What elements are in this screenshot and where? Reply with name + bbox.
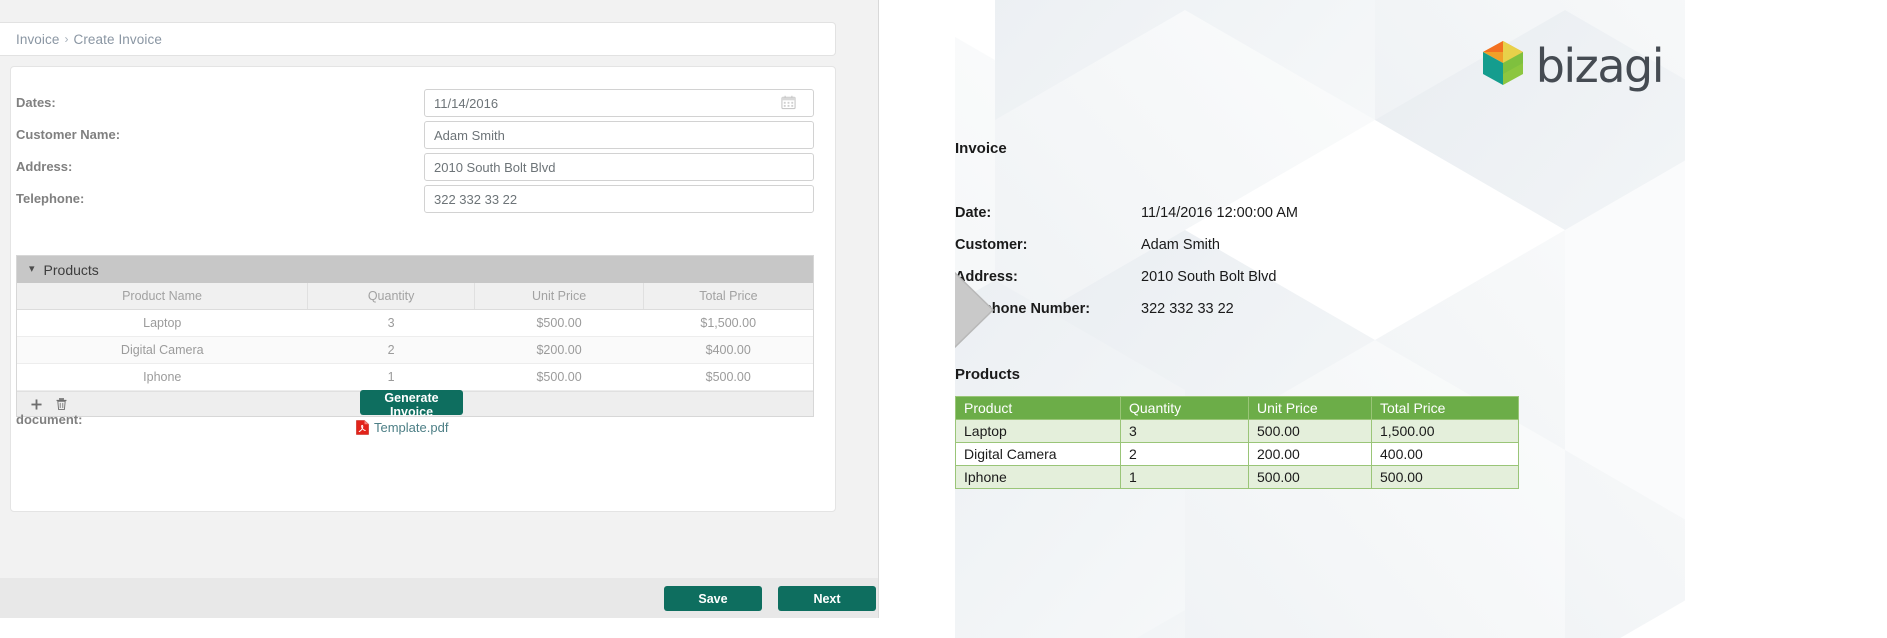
preview-cell-quantity: 1 — [1120, 465, 1249, 489]
table-row[interactable]: Digital Camera 2 $200.00 $400.00 — [17, 336, 813, 364]
form-shell: Invoice › Create Invoice Dates: 11/14/20… — [0, 0, 879, 578]
breadcrumb: Invoice › Create Invoice — [0, 22, 836, 56]
field-row-customer-name: Customer Name: — [11, 121, 835, 153]
breadcrumb-root[interactable]: Invoice — [16, 32, 59, 47]
template-pdf-link[interactable]: Template.pdf — [356, 420, 448, 435]
save-button[interactable]: Save — [664, 586, 762, 611]
dates-input[interactable] — [424, 89, 814, 117]
table-row: Iphone 1 500.00 500.00 — [955, 465, 1519, 489]
cell-total-price[interactable]: $400.00 — [643, 336, 813, 364]
preview-cell-product: Iphone — [955, 465, 1121, 489]
table-row: Digital Camera 2 200.00 400.00 — [955, 442, 1519, 466]
document-label: document: — [16, 412, 83, 427]
col-total-price[interactable]: Total Price — [643, 283, 813, 310]
address-input[interactable] — [424, 153, 814, 181]
generate-invoice-button[interactable]: Generate Invoice — [360, 390, 463, 419]
breadcrumb-current[interactable]: Create Invoice — [73, 32, 161, 47]
products-grid-header-row: Product Name Quantity Unit Price Total P… — [17, 283, 813, 310]
preview-cell-product: Laptop — [955, 419, 1121, 443]
col-unit-price[interactable]: Unit Price — [474, 283, 644, 310]
cell-quantity[interactable]: 2 — [307, 336, 475, 364]
col-quantity[interactable]: Quantity — [307, 283, 476, 310]
cell-product-name[interactable]: Laptop — [17, 309, 308, 337]
field-row-address: Address: — [11, 153, 835, 185]
table-row: Laptop 3 500.00 1,500.00 — [955, 419, 1519, 443]
cell-quantity[interactable]: 3 — [307, 309, 475, 337]
cell-product-name[interactable]: Iphone — [17, 363, 308, 391]
preview-col-product: Product — [955, 396, 1121, 420]
label-telephone: Telephone: — [16, 191, 85, 206]
invoice-products-table: Product Quantity Unit Price Total Price … — [955, 396, 1519, 489]
preview-col-unit-price: Unit Price — [1248, 396, 1372, 420]
invoice-heading: Invoice — [955, 140, 1007, 157]
preview-cell-total-price: 500.00 — [1371, 465, 1519, 489]
products-section-title: Products — [43, 261, 99, 278]
field-row-dates: Dates: — [11, 89, 835, 121]
preview-cell-quantity: 3 — [1120, 419, 1249, 443]
right-arrow-shape — [955, 271, 995, 349]
label-dates: Dates: — [16, 95, 56, 110]
cell-unit-price[interactable]: $500.00 — [474, 309, 644, 337]
label-address: Address: — [16, 159, 73, 174]
invoice-content: Invoice Date: 11/14/2016 12:00:00 AM Cus… — [955, 0, 1685, 638]
telephone-input[interactable] — [424, 185, 814, 213]
products-section-header[interactable]: ▾ Products — [17, 256, 813, 283]
preview-cell-total-price: 400.00 — [1371, 442, 1519, 466]
cell-total-price[interactable]: $500.00 — [643, 363, 813, 391]
preview-cell-product: Digital Camera — [955, 442, 1121, 466]
invoice-telephone-value: 322 332 33 22 — [1141, 301, 1234, 317]
invoice-document: bizagi Invoice Date: 11/14/2016 12:00:00… — [955, 0, 1685, 638]
col-product-name[interactable]: Product Name — [17, 283, 309, 310]
preview-cell-unit-price: 200.00 — [1248, 442, 1372, 466]
form-action-bar: Save Next — [0, 578, 879, 618]
field-row-telephone: Telephone: — [11, 185, 835, 217]
customer-name-input[interactable] — [424, 121, 814, 149]
table-row[interactable]: Laptop 3 $500.00 $1,500.00 — [17, 309, 813, 337]
invoice-customer-value: Adam Smith — [1141, 237, 1220, 253]
invoice-address-value: 2010 South Bolt Blvd — [1141, 269, 1277, 285]
chevron-down-icon[interactable]: ▾ — [29, 264, 35, 275]
cell-product-name[interactable]: Digital Camera — [17, 336, 308, 364]
pdf-file-icon — [356, 420, 369, 435]
invoice-date-label: Date: — [955, 205, 992, 221]
preview-cell-quantity: 2 — [1120, 442, 1249, 466]
cell-unit-price[interactable]: $200.00 — [474, 336, 644, 364]
preview-cell-unit-price: 500.00 — [1248, 465, 1372, 489]
invoice-table-header-row: Product Quantity Unit Price Total Price — [955, 396, 1519, 420]
invoice-date-value: 11/14/2016 12:00:00 AM — [1141, 205, 1298, 221]
plus-icon[interactable] — [31, 398, 42, 410]
form-panel: Invoice › Create Invoice Dates: 11/14/20… — [0, 0, 880, 638]
preview-col-quantity: Quantity — [1120, 396, 1249, 420]
products-grid: Product Name Quantity Unit Price Total P… — [17, 283, 813, 391]
form-card: Dates: 11/14/2016 Customer Name: Adam Sm… — [10, 66, 836, 512]
invoice-preview-panel: bizagi Invoice Date: 11/14/2016 12:00:00… — [880, 0, 1887, 638]
trash-icon[interactable] — [56, 398, 67, 410]
calendar-icon[interactable] — [781, 95, 796, 110]
preview-cell-unit-price: 500.00 — [1248, 419, 1372, 443]
table-row[interactable]: Iphone 1 $500.00 $500.00 — [17, 363, 813, 391]
cell-unit-price[interactable]: $500.00 — [474, 363, 644, 391]
cell-total-price[interactable]: $1,500.00 — [643, 309, 813, 337]
preview-cell-total-price: 1,500.00 — [1371, 419, 1519, 443]
template-pdf-label[interactable]: Template.pdf — [374, 420, 448, 435]
label-customer-name: Customer Name: — [16, 127, 121, 142]
preview-col-total-price: Total Price — [1371, 396, 1519, 420]
breadcrumb-separator-icon: › — [64, 32, 69, 46]
next-button[interactable]: Next — [778, 586, 876, 611]
cell-quantity[interactable]: 1 — [307, 363, 475, 391]
